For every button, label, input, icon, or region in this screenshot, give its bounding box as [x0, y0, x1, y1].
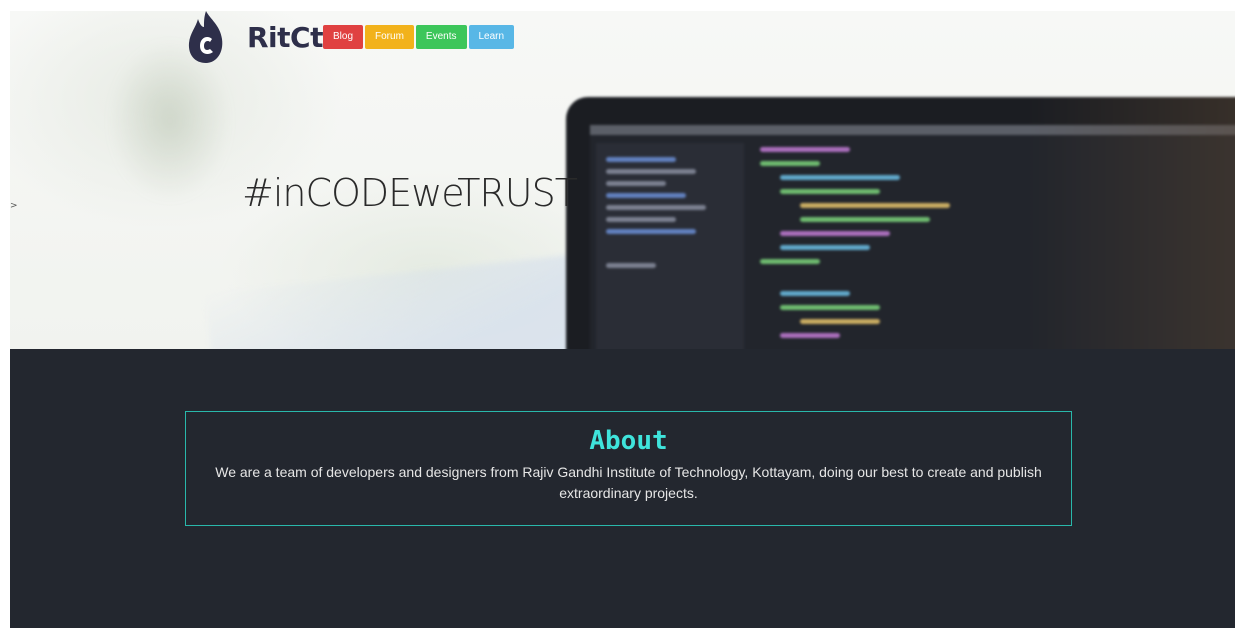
about-description: We are a team of developers and designer… — [215, 464, 1042, 501]
laptop-glare — [1026, 97, 1235, 349]
laptop-editor-sidebar — [596, 143, 744, 349]
page-frame: RitCt Blog Forum Events Learn > #inCODEw… — [10, 11, 1235, 628]
nav-forum-button[interactable]: Forum — [365, 25, 414, 49]
flame-logo-icon[interactable] — [186, 11, 226, 65]
hero-laptop-image — [566, 97, 1235, 349]
about-box: About We are a team of developers and de… — [185, 411, 1072, 526]
nav-blog-button[interactable]: Blog — [323, 25, 364, 49]
nav-events-button[interactable]: Events — [415, 25, 467, 49]
hero-tagline: #inCODEweTRUST — [242, 171, 578, 215]
main-nav: Blog Forum Events Learn — [323, 25, 515, 49]
brand-name[interactable]: RitCt — [247, 21, 323, 54]
nav-learn-button[interactable]: Learn — [468, 25, 515, 49]
hero-plant-decoration — [110, 41, 230, 201]
carousel-arrow-icon[interactable]: > — [10, 201, 18, 211]
about-title: About — [589, 426, 668, 456]
hero-section: RitCt Blog Forum Events Learn > #inCODEw… — [10, 11, 1235, 349]
about-section: About We are a team of developers and de… — [10, 349, 1235, 628]
